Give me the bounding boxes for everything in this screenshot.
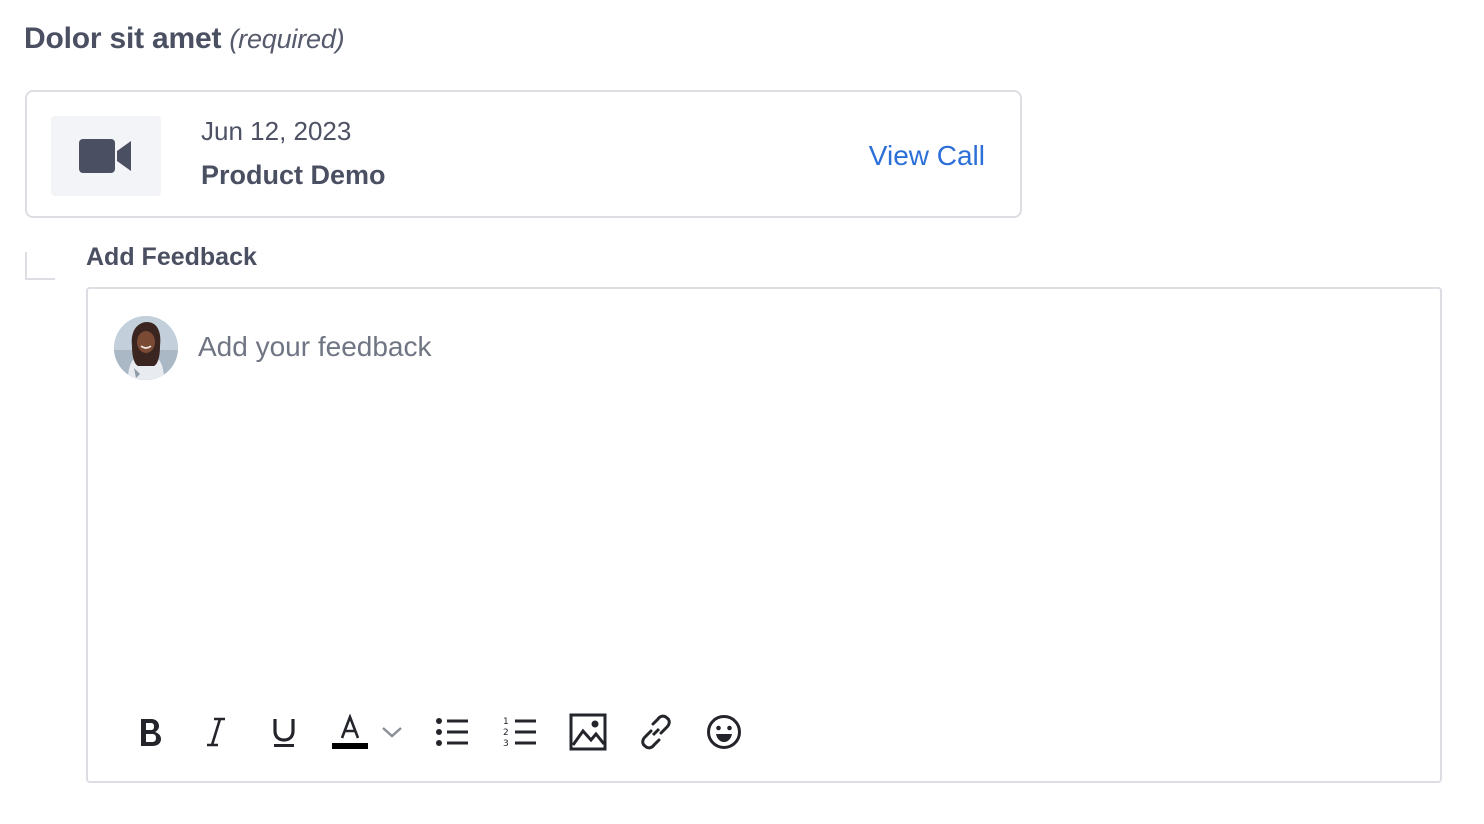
call-card: Jun 12, 2023 Product Demo View Call <box>25 90 1022 218</box>
link-icon <box>641 714 671 750</box>
chevron-down-icon <box>382 727 402 738</box>
feedback-input[interactable] <box>198 325 1398 369</box>
text-color-dropdown[interactable] <box>380 709 404 755</box>
svg-text:1: 1 <box>503 717 509 727</box>
insert-link-button[interactable] <box>634 709 678 755</box>
field-title-text: Dolor sit amet <box>24 22 222 55</box>
svg-text:3: 3 <box>503 739 509 749</box>
text-color-icon <box>332 714 368 749</box>
avatar-image <box>114 316 178 380</box>
view-call-link[interactable]: View Call <box>869 140 985 172</box>
italic-button[interactable] <box>194 709 238 755</box>
field-title: Dolor sit amet (required) <box>24 22 345 56</box>
numbered-list-icon: 1 2 3 <box>503 717 536 749</box>
numbered-list-button[interactable]: 1 2 3 <box>498 709 542 755</box>
svg-text:2: 2 <box>503 728 509 738</box>
bold-icon <box>141 719 161 746</box>
italic-icon <box>207 717 225 747</box>
bulleted-list-icon <box>436 718 468 746</box>
underline-button[interactable] <box>262 709 306 755</box>
text-color-button[interactable] <box>330 709 370 755</box>
insert-image-button[interactable] <box>566 709 610 755</box>
emoji-icon <box>707 715 741 749</box>
video-camera-icon <box>79 139 131 173</box>
thread-connector <box>25 252 55 280</box>
bold-button[interactable] <box>128 709 172 755</box>
insert-emoji-button[interactable] <box>702 709 746 755</box>
required-note: (required) <box>229 24 345 54</box>
underline-icon <box>273 719 295 747</box>
video-thumbnail <box>51 116 161 196</box>
bulleted-list-button[interactable] <box>430 709 474 755</box>
avatar <box>114 316 178 380</box>
feedback-label: Add Feedback <box>86 243 257 271</box>
call-date: Jun 12, 2023 <box>201 116 352 146</box>
feedback-editor[interactable]: 1 2 3 <box>86 287 1442 783</box>
image-icon <box>569 713 607 751</box>
call-name: Product Demo <box>201 160 386 190</box>
